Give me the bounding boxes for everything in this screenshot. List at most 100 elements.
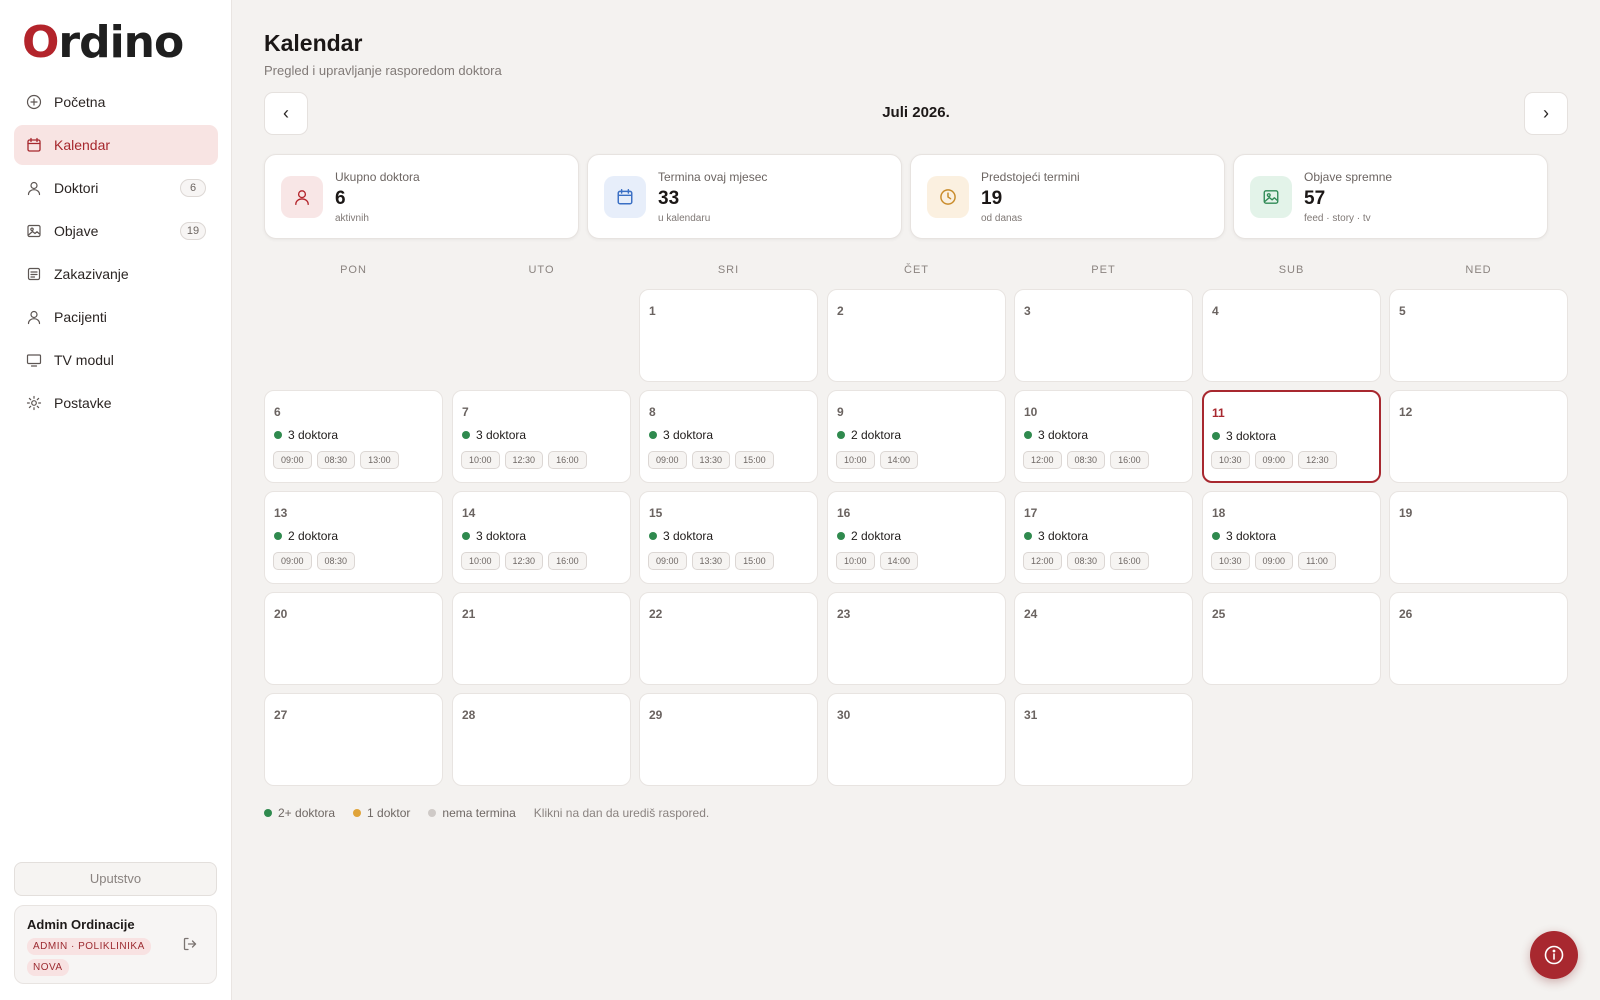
time-chips: 10:00 12:30 16:00 bbox=[461, 451, 592, 469]
status-dot bbox=[462, 431, 470, 439]
stat-value: 33 bbox=[658, 188, 680, 209]
calendar-day-today[interactable]: 11 3 doktora 10:30 09:00 12:30 bbox=[1202, 390, 1381, 483]
info-fab-button[interactable] bbox=[1530, 931, 1578, 979]
stat-card: Objave spremne 57 feed · story · tv bbox=[1233, 154, 1548, 239]
calendar-day[interactable]: 30 bbox=[827, 693, 1006, 786]
day-number: 7 bbox=[462, 405, 469, 419]
clock-icon bbox=[927, 176, 969, 218]
calendar-day[interactable]: 3 bbox=[1014, 289, 1193, 382]
user-icon bbox=[281, 176, 323, 218]
calendar-day[interactable]: 18 3 doktora 10:30 09:00 11:00 bbox=[1202, 491, 1381, 584]
calendar-day[interactable]: 2 bbox=[827, 289, 1006, 382]
doctor-count-label: 3 doktora bbox=[1226, 429, 1277, 443]
doctor-count: 3 doktora bbox=[1024, 428, 1088, 442]
calendar-day[interactable]: 25 bbox=[1202, 592, 1381, 685]
sidebar-item-tv-modul[interactable]: TV modul bbox=[14, 340, 218, 380]
calendar-day[interactable]: 4 bbox=[1202, 289, 1381, 382]
sidebar-item-početna[interactable]: Početna bbox=[14, 82, 218, 122]
calendar-day[interactable]: 17 3 doktora 12:00 08:30 16:00 bbox=[1014, 491, 1193, 584]
status-dot bbox=[274, 431, 282, 439]
time-chip: 09:00 bbox=[273, 451, 312, 469]
calendar-day[interactable]: 16 2 doktora 10:00 14:00 bbox=[827, 491, 1006, 584]
calendar-day[interactable]: 13 2 doktora 09:00 08:30 bbox=[264, 491, 443, 584]
calendar-day[interactable]: 14 3 doktora 10:00 12:30 16:00 bbox=[452, 491, 631, 584]
day-number: 21 bbox=[462, 607, 476, 621]
count-badge: 6 bbox=[180, 179, 206, 197]
calendar-day[interactable]: 9 2 doktora 10:00 14:00 bbox=[827, 390, 1006, 483]
doctor-count: 3 doktora bbox=[1024, 529, 1088, 543]
legend-dot-gray bbox=[428, 809, 437, 817]
calendar-day[interactable]: 28 bbox=[452, 693, 631, 786]
sidebar-item-doktori[interactable]: Doktori 6 bbox=[14, 168, 218, 208]
calendar-day[interactable]: 12 bbox=[1389, 390, 1568, 483]
doctor-count: 3 doktora bbox=[462, 529, 526, 543]
time-chips: 10:30 09:00 11:00 bbox=[1211, 552, 1341, 570]
calendar-day[interactable]: 6 3 doktora 09:00 08:30 13:00 bbox=[264, 390, 443, 483]
calendar-day[interactable]: 23 bbox=[827, 592, 1006, 685]
calendar-icon bbox=[26, 137, 42, 153]
calendar-day[interactable]: 21 bbox=[452, 592, 631, 685]
calendar-day[interactable]: 20 bbox=[264, 592, 443, 685]
stat-value: 19 bbox=[981, 188, 1003, 209]
day-number: 28 bbox=[462, 708, 476, 722]
calendar-day[interactable]: 7 3 doktora 10:00 12:30 16:00 bbox=[452, 390, 631, 483]
legend-label: nema termina bbox=[442, 806, 516, 820]
day-number: 9 bbox=[837, 405, 844, 419]
calendar-day[interactable]: 22 bbox=[639, 592, 818, 685]
time-chip: 08:30 bbox=[1066, 451, 1106, 469]
time-chip: 10:30 bbox=[1211, 552, 1250, 570]
day-number: 8 bbox=[649, 405, 656, 419]
day-number: 2 bbox=[837, 304, 844, 318]
weekday-label: SUB bbox=[1278, 264, 1305, 276]
time-chip: 14:00 bbox=[879, 552, 919, 570]
calendar-day[interactable]: 27 bbox=[264, 693, 443, 786]
time-chip: 12:30 bbox=[504, 451, 544, 469]
time-chip: 08:30 bbox=[1066, 552, 1106, 570]
logout-icon[interactable] bbox=[182, 936, 198, 952]
calendar-day[interactable]: 29 bbox=[639, 693, 818, 786]
guide-button[interactable]: Uputstvo bbox=[14, 862, 217, 896]
day-number: 19 bbox=[1399, 506, 1413, 520]
calendar-day[interactable]: 10 3 doktora 12:00 08:30 16:00 bbox=[1014, 390, 1193, 483]
day-number: 25 bbox=[1212, 607, 1226, 621]
time-chip: 15:00 bbox=[735, 451, 774, 469]
sidebar-nav: Početna Kalendar Doktori 6 Objave 19 Zakazivan… bbox=[14, 82, 218, 426]
sidebar-item-zakazivanje[interactable]: Zakazivanje bbox=[14, 254, 218, 294]
day-number: 23 bbox=[837, 607, 851, 621]
sidebar-item-pacijenti[interactable]: Pacijenti bbox=[14, 297, 218, 337]
time-chips: 10:00 12:30 16:00 bbox=[461, 552, 592, 570]
sun-gear-icon bbox=[26, 395, 42, 411]
stat-label: Predstojeći termini bbox=[981, 170, 1080, 184]
doctor-count: 3 doktora bbox=[649, 428, 713, 442]
sidebar-item-kalendar[interactable]: Kalendar bbox=[14, 125, 218, 165]
time-chips: 09:00 08:30 13:00 bbox=[273, 451, 404, 469]
next-month-button[interactable]: › bbox=[1524, 92, 1568, 135]
time-chip: 12:30 bbox=[504, 552, 544, 570]
calendar-day[interactable]: 26 bbox=[1389, 592, 1568, 685]
doctor-count-label: 3 doktora bbox=[663, 529, 714, 543]
calendar-day[interactable]: 1 bbox=[639, 289, 818, 382]
ordino-logo[interactable]: Ordino bbox=[22, 16, 184, 70]
sidebar-item-objave[interactable]: Objave 19 bbox=[14, 211, 218, 251]
month-label: Juli 2026. bbox=[882, 104, 950, 121]
time-chip: 16:00 bbox=[1110, 552, 1149, 570]
stat-card: Predstojeći termini 19 od danas bbox=[910, 154, 1225, 239]
day-number: 6 bbox=[274, 405, 281, 419]
calendar-day[interactable]: 31 bbox=[1014, 693, 1193, 786]
time-chip: 09:00 bbox=[1254, 451, 1294, 469]
status-dot bbox=[1212, 532, 1220, 540]
status-dot bbox=[1024, 532, 1032, 540]
doctor-count-label: 3 doktora bbox=[1038, 529, 1089, 543]
calendar-day[interactable]: 8 3 doktora 09:00 13:30 15:00 bbox=[639, 390, 818, 483]
doctor-count-label: 2 doktora bbox=[851, 529, 902, 543]
calendar-day[interactable]: 5 bbox=[1389, 289, 1568, 382]
calendar-day[interactable]: 19 bbox=[1389, 491, 1568, 584]
day-number: 11 bbox=[1212, 406, 1225, 420]
status-dot bbox=[274, 532, 282, 540]
calendar-day[interactable]: 15 3 doktora 09:00 13:30 15:00 bbox=[639, 491, 818, 584]
sidebar-item-postavke[interactable]: Postavke bbox=[14, 383, 218, 423]
calendar-day[interactable]: 24 bbox=[1014, 592, 1193, 685]
legend-label: 1 doktor bbox=[367, 806, 411, 820]
day-number: 30 bbox=[837, 708, 851, 722]
time-chip: 09:00 bbox=[648, 552, 687, 570]
